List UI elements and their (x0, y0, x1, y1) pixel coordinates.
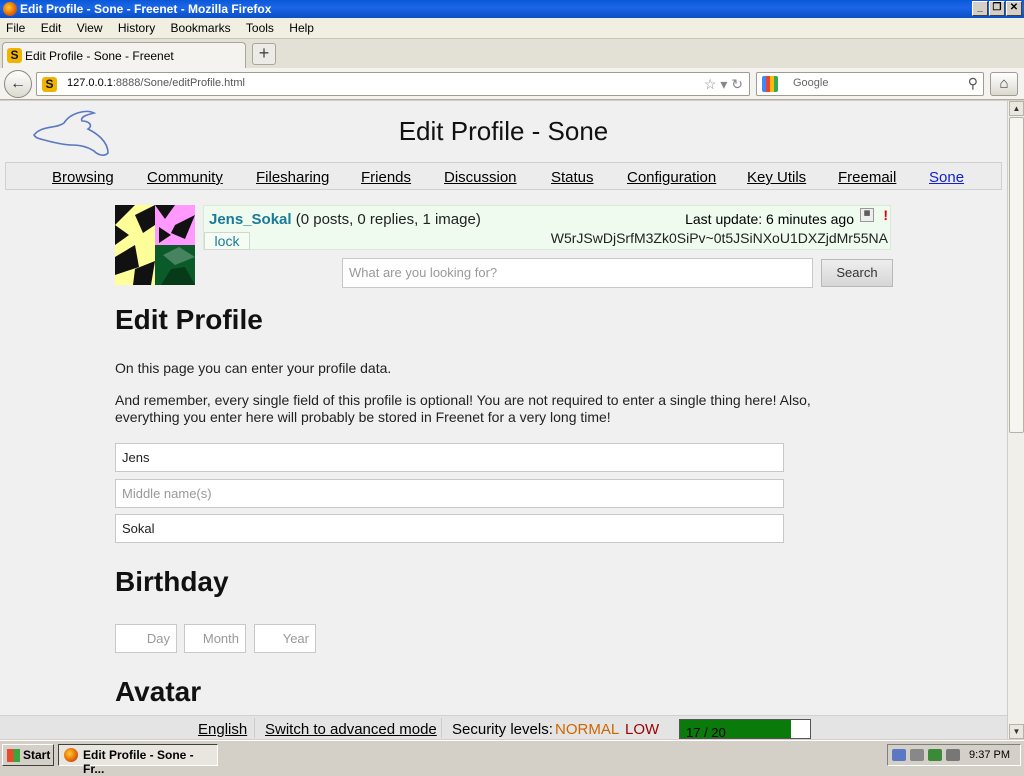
sone-info-box: Jens_Sokal (0 posts, 0 replies, 1 image)… (203, 205, 891, 250)
optional-note: And remember, every single field of this… (115, 392, 811, 425)
sone-header: Jens_Sokal (0 posts, 0 replies, 1 image) (209, 211, 481, 228)
windows-taskbar: Start Edit Profile - Sone - Fr... 9:37 P… (0, 740, 1024, 776)
system-tray: 9:37 PM (887, 744, 1021, 766)
nav-link-configuration[interactable]: Configuration (627, 169, 716, 186)
web-search-box[interactable]: Google ⚲ (756, 72, 984, 96)
birthday-heading: Birthday (115, 566, 229, 597)
menu-edit[interactable]: Edit (35, 18, 68, 38)
birthday-year-field[interactable]: Year (254, 624, 316, 653)
main-navigation: Browsing Community Filesharing Friends D… (5, 162, 1002, 190)
page-content: Edit Profile - Sone Browsing Community F… (0, 101, 1007, 715)
firefox-icon (64, 748, 78, 762)
footer-divider (254, 718, 255, 738)
advanced-mode-link[interactable]: Switch to advanced mode (265, 721, 437, 738)
nav-link-friends[interactable]: Friends (361, 169, 411, 186)
navigation-toolbar: ← S 127.0.0.1:8888/Sone/editProfile.html… (0, 68, 1024, 100)
menu-history[interactable]: History (112, 18, 161, 38)
nav-link-status[interactable]: Status (551, 169, 594, 186)
clock: 9:37 PM (969, 749, 1010, 761)
sone-search-input[interactable]: What are you looking for? (342, 258, 813, 288)
tab-bar: S Edit Profile - Sone - Freenet + (0, 39, 1024, 68)
tab-label: Edit Profile - Sone - Freenet (25, 49, 174, 63)
first-name-field[interactable]: Jens (115, 443, 784, 472)
nav-link-freemail[interactable]: Freemail (838, 169, 896, 186)
status-footer: English Switch to advanced mode Security… (0, 715, 1007, 740)
nav-link-sone[interactable]: Sone (929, 169, 964, 186)
firefox-icon (3, 2, 17, 16)
sone-stats: (0 posts, 0 replies, 1 image) (295, 211, 481, 228)
new-tab-button[interactable]: + (252, 43, 276, 65)
peers-progress-bar: 17 / 20 (679, 719, 811, 740)
bookmark-star-icon[interactable]: ☆ (704, 76, 717, 92)
intro-text: On this page you can enter your profile … (115, 360, 392, 376)
web-search-placeholder: Google (793, 77, 829, 89)
sone-last-update: Last update: 6 minutes ago (685, 211, 854, 227)
search-button[interactable]: Search (821, 259, 893, 287)
url-bar[interactable]: S 127.0.0.1:8888/Sone/editProfile.html ☆… (36, 72, 750, 96)
sone-favicon-icon: S (7, 48, 22, 63)
taskbar-item-firefox[interactable]: Edit Profile - Sone - Fr... (58, 744, 218, 776)
reload-icon[interactable]: ↻ (731, 76, 743, 92)
sone-avatar[interactable] (115, 205, 195, 285)
maximize-button[interactable]: ❐ (989, 1, 1005, 16)
url-actions: ☆ ▾ ↻ (704, 76, 743, 93)
lock-button[interactable]: lock (204, 232, 250, 250)
birthday-day-field[interactable]: Day (115, 624, 177, 653)
scrollbar-thumb[interactable] (1009, 117, 1024, 433)
security-physical-level[interactable]: LOW (625, 721, 659, 738)
nav-link-community[interactable]: Community (147, 169, 223, 186)
menu-bar: File Edit View History Bookmarks Tools H… (0, 18, 1024, 39)
tab-edit-profile[interactable]: S Edit Profile - Sone - Freenet (2, 42, 246, 68)
start-label: Start (23, 748, 51, 762)
url-host: 127.0.0.1 (67, 77, 113, 89)
home-button[interactable]: ⌂ (990, 72, 1018, 96)
back-button[interactable]: ← (4, 70, 32, 98)
language-link[interactable]: English (198, 721, 247, 738)
menu-tools[interactable]: Tools (240, 18, 280, 38)
freenet-tray-icon[interactable] (892, 749, 906, 761)
window-title: Edit Profile - Sone - Freenet - Mozilla … (20, 2, 272, 16)
sone-id: W5rJSwDjSrfM3Zk0SiPv~0t5JSiNXoU1DXZjdMr5… (550, 230, 888, 246)
security-network-level[interactable]: NORMAL (555, 721, 619, 738)
nav-link-key-utils[interactable]: Key Utils (747, 169, 806, 186)
vertical-scrollbar[interactable]: ▲ ▼ (1007, 101, 1024, 739)
menu-file[interactable]: File (0, 18, 31, 38)
minimize-button[interactable]: _ (972, 1, 988, 16)
nav-link-browsing[interactable]: Browsing (52, 169, 114, 186)
menu-help[interactable]: Help (283, 18, 320, 38)
search-icon[interactable]: ⚲ (968, 75, 978, 92)
qr-code-icon[interactable]: ▦ (860, 208, 874, 222)
scroll-up-arrow-icon[interactable]: ▲ (1009, 101, 1024, 116)
footer-divider (441, 718, 442, 738)
security-levels-label: Security levels: (452, 721, 553, 738)
url-path: :8888/Sone/editProfile.html (112, 77, 245, 89)
close-button[interactable]: ✕ (1006, 1, 1022, 16)
nav-link-discussion[interactable]: Discussion (444, 169, 517, 186)
history-dropdown-icon[interactable]: ▾ (720, 76, 727, 92)
last-name-field[interactable]: Sokal (115, 514, 784, 543)
edit-profile-heading: Edit Profile (115, 304, 263, 335)
google-icon[interactable] (762, 76, 778, 92)
nav-link-filesharing[interactable]: Filesharing (256, 169, 329, 186)
scroll-down-arrow-icon[interactable]: ▼ (1009, 724, 1024, 739)
volume-tray-icon[interactable] (946, 749, 960, 761)
sone-name-link[interactable]: Jens_Sokal (209, 211, 292, 228)
taskbar-item-label: Edit Profile - Sone - Fr... (83, 748, 194, 776)
network-tray-icon[interactable] (928, 749, 942, 761)
avatar-heading: Avatar (115, 676, 202, 707)
menu-bookmarks[interactable]: Bookmarks (165, 18, 237, 38)
tray-app-icon[interactable] (910, 749, 924, 761)
birthday-month-field[interactable]: Month (184, 624, 246, 653)
menu-view[interactable]: View (71, 18, 109, 38)
middle-name-field[interactable]: Middle name(s) (115, 479, 784, 508)
peers-progress-text: 17 / 20 (686, 725, 726, 740)
page-title: Edit Profile - Sone (398, 116, 609, 146)
start-button[interactable]: Start (2, 744, 54, 766)
alert-icon[interactable]: ! (883, 207, 888, 223)
windows-logo-icon (7, 749, 20, 762)
window-titlebar: Edit Profile - Sone - Freenet - Mozilla … (0, 0, 1024, 18)
site-identity-icon: S (42, 77, 57, 92)
